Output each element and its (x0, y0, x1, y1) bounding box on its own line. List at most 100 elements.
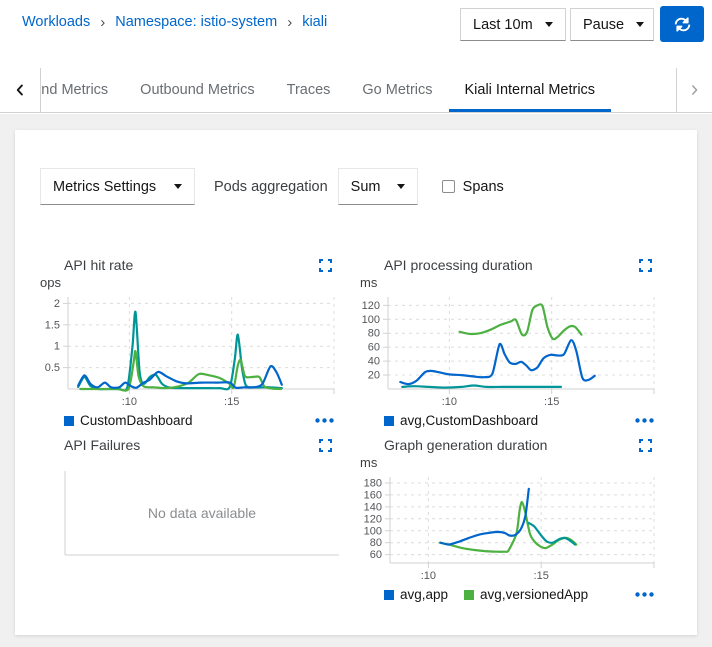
svg-text:No data available: No data available (148, 505, 256, 521)
chart-unit-spacer (40, 455, 340, 469)
svg-text:100: 100 (364, 525, 382, 537)
chart-canvas[interactable]: 6080100120140160180:10:15 (360, 471, 660, 583)
tab-traces[interactable]: Traces (271, 68, 347, 112)
expand-chart-button[interactable] (637, 437, 654, 454)
tabs-scroll-right-button[interactable] (676, 68, 712, 112)
legend-label: avg,versionedApp (480, 587, 588, 602)
tabs-scroll-left-button[interactable] (0, 68, 41, 112)
ellipsis-icon (315, 418, 334, 423)
chart-legend: avg,app avg,versionedApp (360, 587, 660, 602)
chart-options-kebab-button[interactable] (633, 590, 656, 599)
expand-chart-button[interactable] (637, 257, 654, 274)
svg-text:60: 60 (370, 549, 382, 561)
spans-label: Spans (463, 179, 504, 195)
svg-text::10: :10 (122, 396, 137, 408)
expand-icon (639, 259, 652, 272)
chart-canvas[interactable]: 20 40 60 80 100 120 :10 :15 (360, 291, 660, 409)
svg-text::15: :15 (534, 570, 549, 582)
metrics-card: Metrics Settings Pods aggregation Sum Sp… (15, 130, 697, 635)
spans-toggle: Spans (442, 179, 504, 195)
svg-text:80: 80 (368, 328, 380, 340)
expand-icon (319, 439, 332, 452)
svg-text:20: 20 (368, 370, 380, 382)
metrics-controls: Metrics Settings Pods aggregation Sum Sp… (40, 168, 504, 205)
duration-select-value: Last 10m (473, 17, 533, 33)
breadcrumb-link-namespace[interactable]: Namespace: istio-system (115, 14, 277, 30)
breadcrumb-link-workloads[interactable]: Workloads (22, 14, 90, 30)
refresh-interval-select[interactable]: Pause (570, 8, 654, 41)
legend-label: avg,CustomDashboard (400, 413, 538, 428)
legend-swatch-icon (64, 416, 74, 426)
breadcrumb: Workloads › Namespace: istio-system › ki… (22, 14, 327, 30)
caret-down-icon (545, 22, 553, 27)
chart-api-failures: API Failures No data available (40, 435, 340, 569)
ellipsis-icon (635, 418, 654, 423)
chevron-right-icon: › (100, 14, 105, 30)
aggregation-value: Sum (351, 179, 381, 195)
legend-label: avg,app (400, 587, 448, 602)
breadcrumb-link-workload[interactable]: kiali (302, 14, 327, 30)
refresh-button[interactable] (660, 6, 704, 42)
chart-options-kebab-button[interactable] (313, 416, 336, 425)
chart-title: API processing duration (384, 257, 533, 273)
chart-title: API hit rate (64, 257, 133, 273)
top-toolbar: Workloads › Namespace: istio-system › ki… (0, 0, 712, 68)
svg-text:40: 40 (368, 356, 380, 368)
tabs-list: Inbound Metrics Outbound Metrics Traces … (41, 68, 676, 112)
chart-title: API Failures (64, 437, 140, 453)
metrics-settings-dropdown[interactable]: Metrics Settings (40, 168, 195, 205)
sync-icon (674, 16, 691, 33)
caret-down-icon (397, 184, 405, 189)
page-background: Metrics Settings Pods aggregation Sum Sp… (0, 114, 712, 647)
svg-text::15: :15 (224, 396, 239, 408)
refresh-interval-value: Pause (583, 17, 624, 33)
chart-canvas[interactable]: 0.511.52:10:15 (40, 291, 340, 409)
svg-text:180: 180 (364, 477, 382, 489)
svg-text:120: 120 (364, 513, 382, 525)
svg-text::15: :15 (544, 396, 559, 408)
legend-item[interactable]: CustomDashboard (64, 413, 193, 428)
chart-graph-generation-duration: Graph generation duration ms 60801001201… (360, 435, 660, 602)
chevron-right-icon: › (287, 14, 292, 30)
legend-label: CustomDashboard (80, 413, 193, 428)
chart-unit-label: ms (360, 455, 660, 471)
tab-bar: Inbound Metrics Outbound Metrics Traces … (0, 68, 712, 113)
chart-unit-label: ms (360, 275, 660, 291)
legend-item[interactable]: avg,versionedApp (464, 587, 588, 602)
chart-options-kebab-button[interactable] (633, 416, 656, 425)
chart-legend: avg,CustomDashboard (360, 413, 660, 428)
svg-text:100: 100 (362, 314, 380, 326)
tab-go-metrics[interactable]: Go Metrics (346, 68, 448, 112)
svg-text:160: 160 (364, 489, 382, 501)
chart-legend: CustomDashboard (40, 413, 340, 428)
tab-kiali-internal-metrics[interactable]: Kiali Internal Metrics (449, 68, 612, 112)
expand-icon (639, 439, 652, 452)
caret-down-icon (174, 184, 182, 189)
tab-inbound-metrics[interactable]: Inbound Metrics (41, 68, 124, 112)
svg-text:0.5: 0.5 (45, 362, 60, 374)
expand-chart-button[interactable] (317, 437, 334, 454)
ellipsis-icon (635, 592, 654, 597)
legend-item[interactable]: avg,CustomDashboard (384, 413, 538, 428)
expand-icon (319, 259, 332, 272)
legend-swatch-icon (464, 590, 474, 600)
chevron-right-icon (689, 84, 700, 96)
chart-api-hit-rate: API hit rate ops 0.511.52:10:15 CustomDa… (40, 255, 340, 428)
svg-text::10: :10 (442, 396, 457, 408)
duration-select[interactable]: Last 10m (460, 8, 566, 41)
legend-item[interactable]: avg,app (384, 587, 448, 602)
tab-outbound-metrics[interactable]: Outbound Metrics (124, 68, 270, 112)
expand-chart-button[interactable] (317, 257, 334, 274)
svg-text:80: 80 (370, 537, 382, 549)
svg-text:120: 120 (362, 300, 380, 312)
svg-text:1: 1 (54, 341, 60, 353)
legend-swatch-icon (384, 416, 394, 426)
svg-text:60: 60 (368, 342, 380, 354)
svg-text:2: 2 (54, 298, 60, 310)
aggregation-select[interactable]: Sum (338, 168, 418, 205)
svg-text::10: :10 (421, 570, 436, 582)
caret-down-icon (636, 22, 644, 27)
chart-canvas: No data available (40, 469, 340, 569)
chart-api-processing-duration: API processing duration ms 20 40 60 80 100 12… (360, 255, 660, 428)
spans-checkbox[interactable] (442, 180, 455, 193)
